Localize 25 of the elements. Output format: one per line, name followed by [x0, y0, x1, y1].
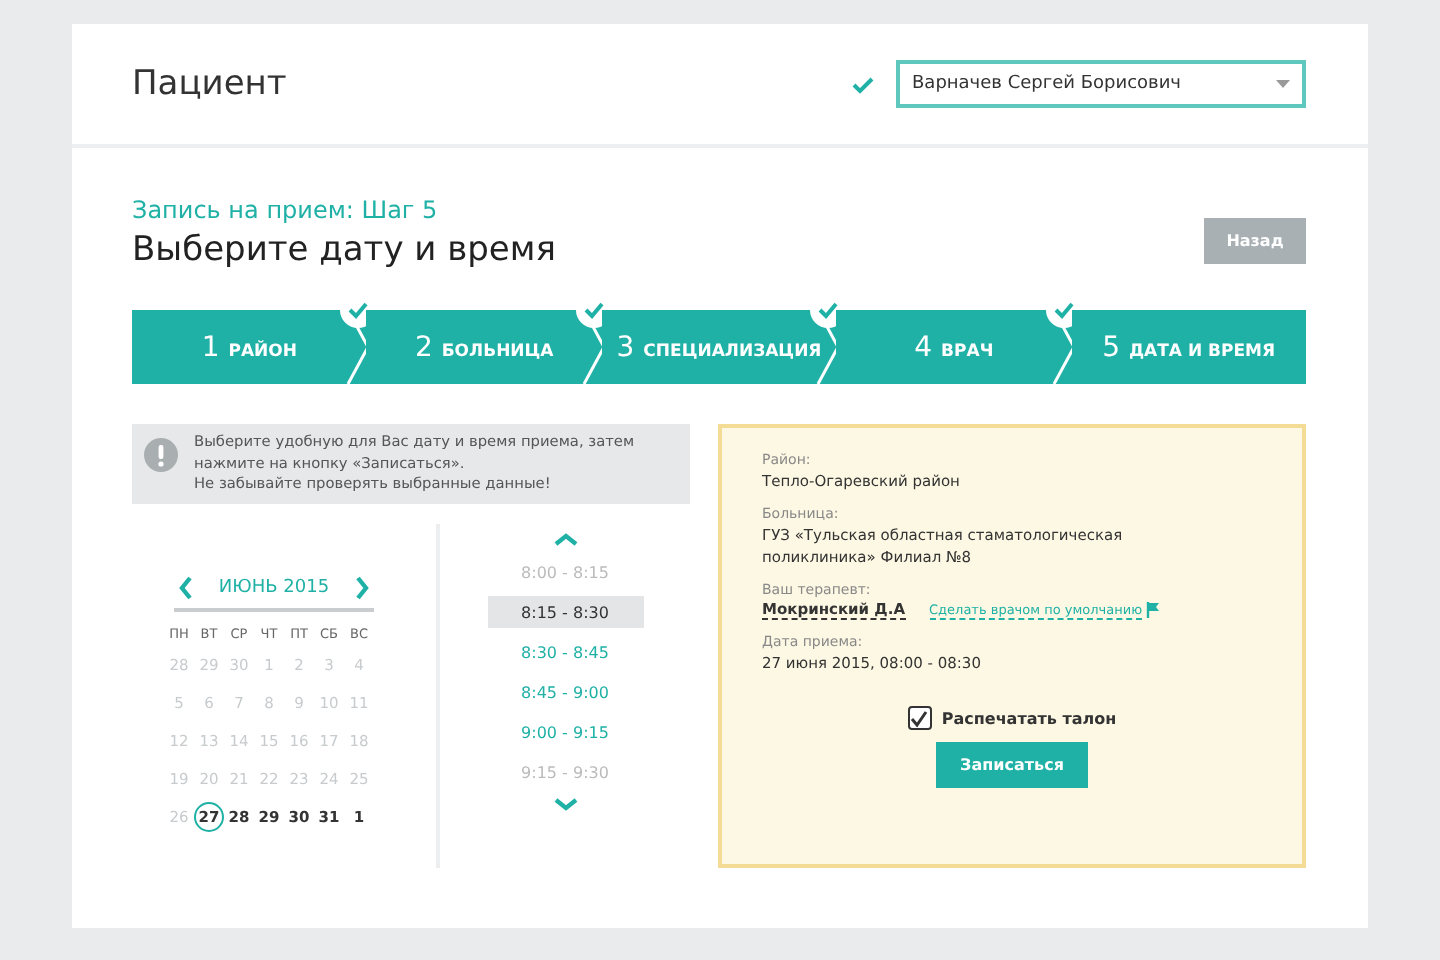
step-label[interactable]: 3 СПЕЦИАЛИЗАЦИЯ	[616, 331, 822, 363]
step-label[interactable]: 2 БОЛЬНИЦА	[414, 331, 554, 363]
next-month-button[interactable]	[354, 576, 370, 600]
checkbox-label: Распечатать талон	[941, 709, 1117, 727]
previous-month-button[interactable]	[178, 576, 194, 600]
page-heading: Выберите дату и время	[132, 230, 556, 270]
time-slot[interactable]: 8:30 - 8:45	[487, 636, 643, 668]
step-label[interactable]: 4 ВРАЧ	[914, 331, 994, 363]
step-label: Запись на прием: Шаг 5	[132, 196, 440, 224]
month-label: ИЮНЬ 2015	[218, 578, 330, 598]
scroll-up-button[interactable]	[553, 532, 577, 548]
time-slot[interactable]: 8:15 - 8:30	[487, 596, 643, 628]
flag-icon	[1146, 602, 1161, 618]
submit-button[interactable]: Записаться	[936, 742, 1088, 788]
exclamation-icon	[144, 438, 178, 472]
time-slot[interactable]: 9:00 - 9:15	[487, 716, 643, 748]
step-label[interactable]: 1 РАЙОН	[201, 331, 298, 363]
time-slot[interactable]: 8:45 - 9:00	[487, 676, 643, 708]
step-label[interactable]: 5 ДАТА И ВРЕМЯ	[1102, 331, 1276, 363]
patient-select[interactable]: Варначев Сергей Борисович	[896, 60, 1306, 108]
scroll-down-button[interactable]	[553, 796, 577, 812]
print-checkbox[interactable]	[907, 706, 932, 730]
page-title: Пациент	[132, 64, 289, 104]
back-button[interactable]: Назад	[1204, 218, 1306, 264]
dropdown-caret-icon	[1276, 80, 1290, 88]
